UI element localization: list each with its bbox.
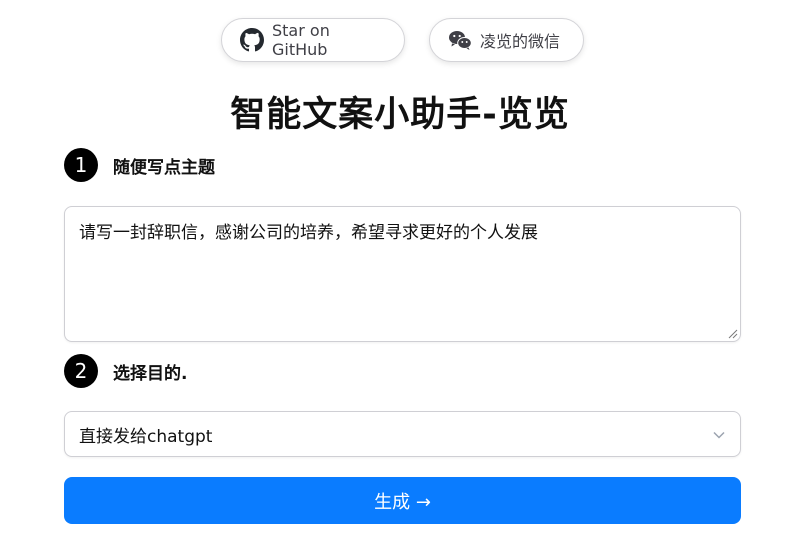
step-1-badge: 1 — [64, 148, 98, 182]
chevron-down-icon — [713, 431, 725, 439]
step-2: 2 选择目的. — [64, 354, 187, 388]
page-title: 智能文案小助手-览览 — [230, 95, 570, 135]
purpose-select-value: 直接发给chatgpt — [79, 426, 213, 447]
topic-text: 请写一封辞职信，感谢公司的培养，希望寻求更好的个人发展 — [79, 223, 538, 243]
resize-handle-icon[interactable] — [728, 329, 738, 339]
purpose-select[interactable]: 直接发给chatgpt — [64, 411, 741, 457]
step-1: 1 随便写点主题 — [64, 148, 215, 182]
star-on-github-button[interactable]: Star on GitHub — [221, 18, 405, 62]
wechat-button[interactable]: 凌览的微信 — [429, 18, 584, 62]
step-1-label: 随便写点主题 — [113, 157, 215, 178]
generate-button[interactable]: 生成 → — [64, 477, 741, 524]
wechat-button-label: 凌览的微信 — [480, 32, 561, 51]
wechat-icon — [449, 31, 472, 50]
github-button-label: Star on GitHub — [272, 21, 330, 59]
step-2-label: 选择目的. — [113, 363, 188, 384]
step-2-badge: 2 — [64, 354, 98, 388]
github-icon — [240, 28, 264, 52]
topic-textarea[interactable]: 请写一封辞职信，感谢公司的培养，希望寻求更好的个人发展 — [64, 206, 741, 342]
